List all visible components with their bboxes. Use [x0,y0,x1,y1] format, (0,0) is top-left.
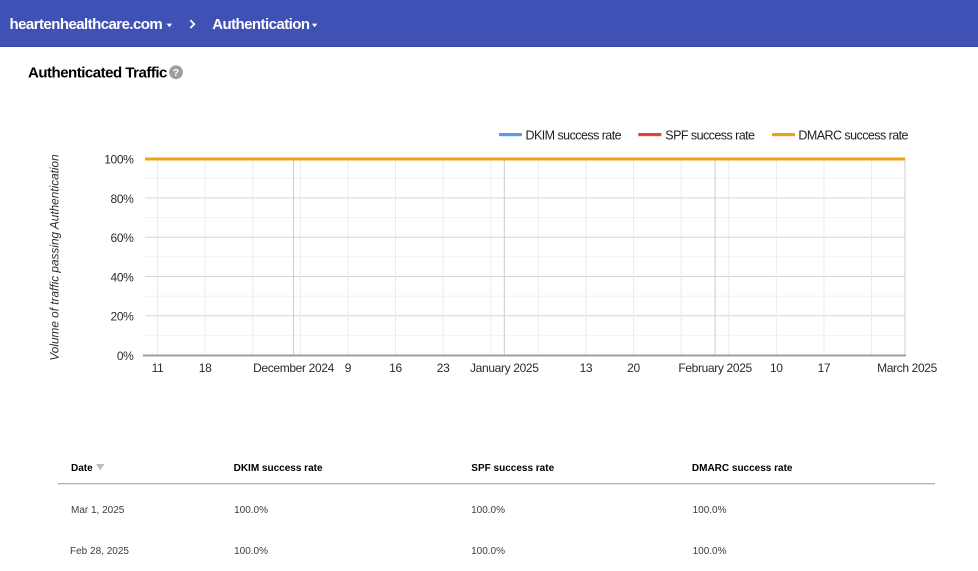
svg-text:January 2025: January 2025 [470,361,539,375]
svg-text:December 2024: December 2024 [253,361,335,375]
svg-text:18: 18 [199,361,212,375]
svg-text:20%: 20% [111,310,135,324]
svg-text:60%: 60% [111,231,135,245]
svg-text:DMARC success rate: DMARC success rate [692,463,793,474]
svg-text:February 2025: February 2025 [678,361,752,375]
svg-text:SPF success rate: SPF success rate [665,129,755,143]
svg-text:23: 23 [437,361,450,375]
svg-text:DKIM success rate: DKIM success rate [526,129,622,143]
svg-text:13: 13 [580,361,593,375]
svg-text:DMARC success rate: DMARC success rate [798,129,908,143]
svg-text:100.0%: 100.0% [693,546,727,557]
svg-text:Feb 28, 2025: Feb 28, 2025 [70,546,129,557]
svg-text:80%: 80% [111,192,135,206]
svg-text:100%: 100% [104,153,134,167]
svg-text:Date: Date [71,463,93,474]
svg-text:100.0%: 100.0% [693,505,727,516]
svg-text:16: 16 [389,361,402,375]
svg-text:Mar 1, 2025: Mar 1, 2025 [71,505,125,516]
svg-text:Volume of traffic passing Auth: Volume of traffic passing Authentication [48,154,62,361]
svg-text:9: 9 [345,361,352,375]
svg-text:heartenhealthcare.com: heartenhealthcare.com [10,16,163,33]
svg-text:0%: 0% [117,349,134,363]
svg-text:10: 10 [770,361,783,375]
svg-text:SPF success rate: SPF success rate [471,463,554,474]
svg-text:11: 11 [152,361,164,375]
svg-text:Authentication: Authentication [212,16,310,33]
svg-text:DKIM success rate: DKIM success rate [234,463,323,474]
svg-text:March 2025: March 2025 [877,361,938,375]
svg-text:20: 20 [627,361,640,375]
svg-text:100.0%: 100.0% [234,546,268,557]
svg-text:?: ? [173,67,179,79]
svg-text:17: 17 [818,361,831,375]
svg-text:40%: 40% [111,270,135,284]
svg-text:Authenticated Traffic: Authenticated Traffic [28,64,167,81]
svg-text:100.0%: 100.0% [234,505,268,516]
svg-text:100.0%: 100.0% [471,546,505,557]
svg-text:100.0%: 100.0% [471,505,505,516]
